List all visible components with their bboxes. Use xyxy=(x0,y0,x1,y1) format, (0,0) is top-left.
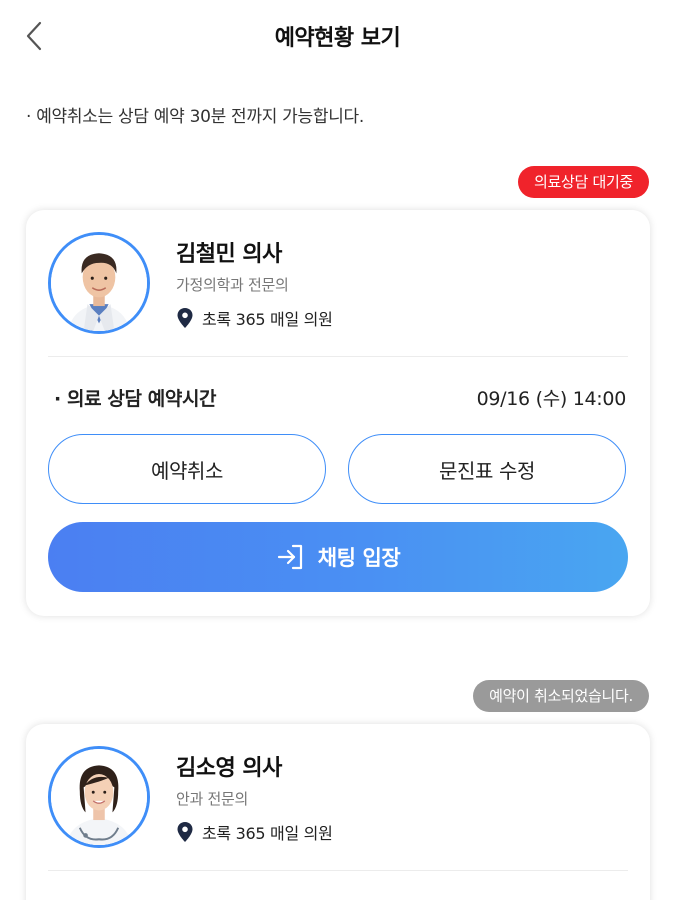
clinic-name: 초록 365 매일 의원 xyxy=(202,310,333,329)
divider xyxy=(48,356,628,357)
doctor-name: 김철민 의사 xyxy=(176,242,282,267)
doctor-name: 김소영 의사 xyxy=(176,756,282,781)
doctor-department: 가정의학과 전문의 xyxy=(176,276,289,294)
reservation-card: 김철민 의사 가정의학과 전문의 초록 365 매일 의원 · 의료 상담 예약… xyxy=(26,210,650,616)
status-badge-cancelled: 예약이 취소되었습니다. xyxy=(473,680,649,712)
location-pin-icon xyxy=(177,308,193,328)
reservation-time-label: · 의료 상담 예약시간 xyxy=(54,388,217,410)
clinic-info: 초록 365 매일 의원 xyxy=(176,820,333,844)
doctor-avatar xyxy=(48,232,150,334)
cancellation-notice: · 예약취소는 상담 예약 30분 전까지 가능합니다. xyxy=(26,107,364,127)
divider xyxy=(48,870,628,871)
page-title: 예약현황 보기 xyxy=(274,26,401,51)
clinic-info: 초록 365 매일 의원 xyxy=(176,306,333,330)
doctor-photo-male xyxy=(51,235,147,331)
enter-chat-label: 채팅 입장 xyxy=(317,546,401,570)
edit-questionnaire-button[interactable]: 문진표 수정 xyxy=(348,434,626,504)
header: 예약현황 보기 xyxy=(0,0,675,72)
doctor-department: 안과 전문의 xyxy=(176,790,248,808)
cancel-reservation-button[interactable]: 예약취소 xyxy=(48,434,326,504)
clinic-name: 초록 365 매일 의원 xyxy=(202,824,333,843)
enter-chat-button[interactable]: 채팅 입장 xyxy=(48,522,628,592)
status-badge-waiting: 의료상담 대기중 xyxy=(518,166,649,198)
doctor-avatar xyxy=(48,746,150,848)
doctor-photo-female xyxy=(51,749,147,845)
location-pin-icon xyxy=(177,822,193,842)
enter-icon xyxy=(277,544,302,570)
reservation-time-value: 09/16 (수) 14:00 xyxy=(476,388,627,410)
reservation-card: 김소영 의사 안과 전문의 초록 365 매일 의원 xyxy=(26,724,650,900)
